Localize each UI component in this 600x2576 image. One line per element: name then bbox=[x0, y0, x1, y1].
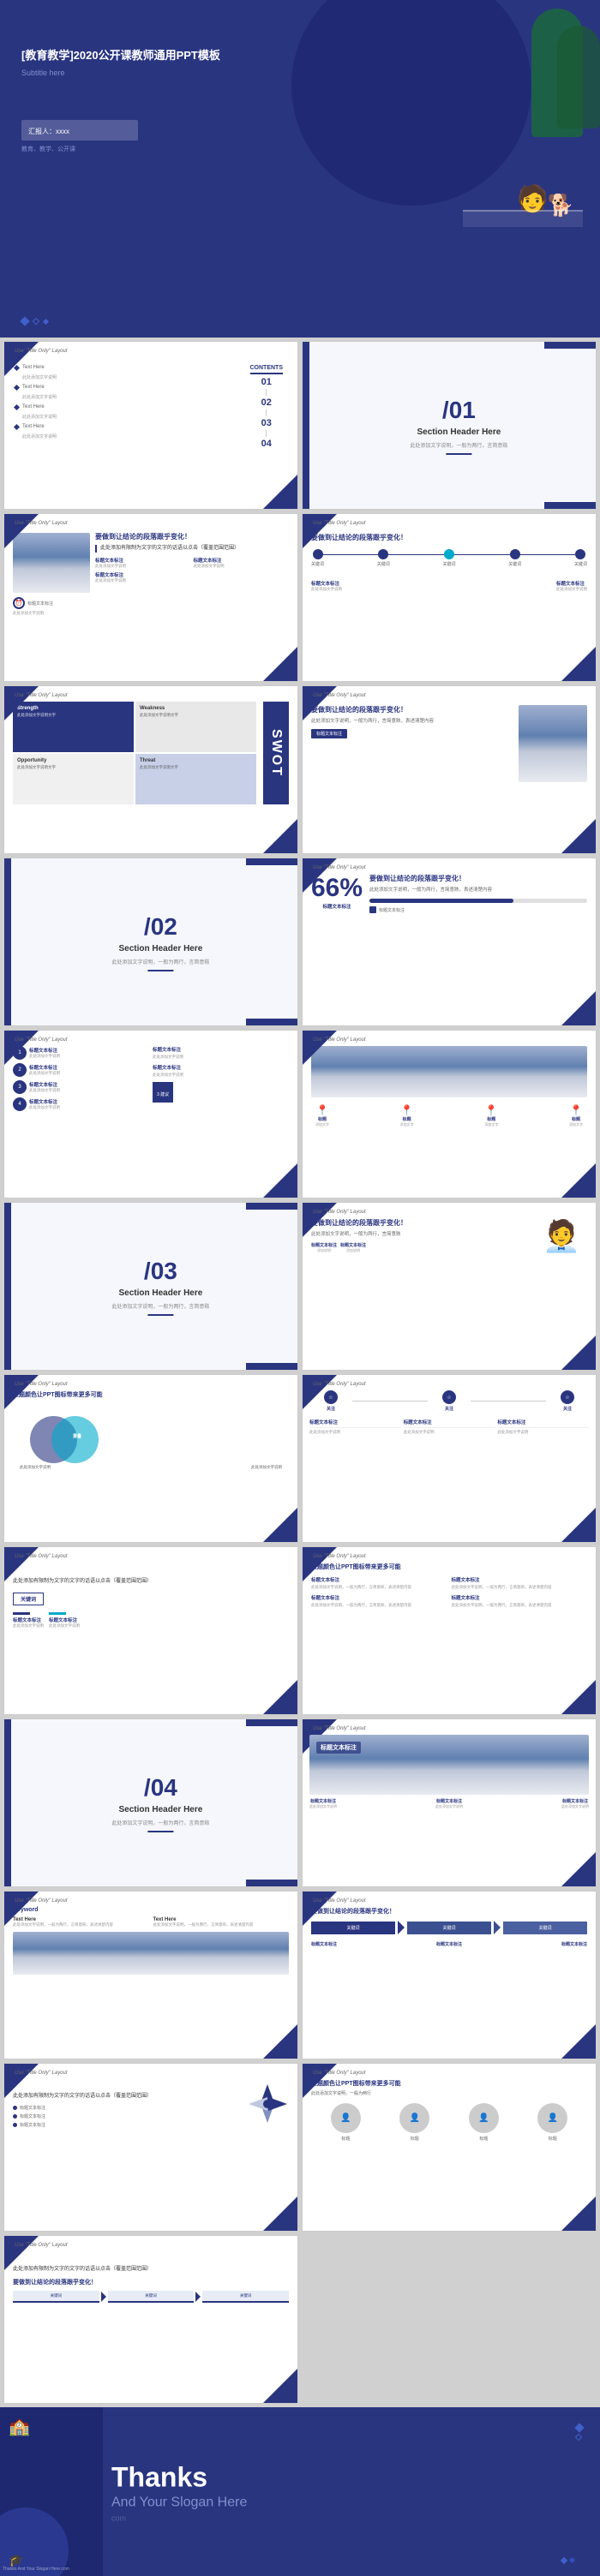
slide-thanks: 🏫 🎓 Thanks And Your Slogan Here com Than… bbox=[0, 2407, 600, 2576]
slide1-tags: 教育、教学、公开课 bbox=[21, 145, 138, 153]
slide-19: Use "Title Only" Layout 标题文本标注 标题文本标注 此处… bbox=[302, 1718, 597, 1887]
slide1-title: [教育教学]2020公开课教师通用PPT模板 bbox=[21, 47, 220, 64]
slide3-section-title: Section Header Here bbox=[410, 427, 507, 437]
slide-16: Use "Title Only" Layout " 此处添加有限制为文字的文字的… bbox=[3, 1546, 298, 1715]
slide3-section-num: /01 bbox=[410, 397, 507, 424]
slide4-quote: 此处添加有限制为文字的文字的话语以点击（覆盖范围范围） bbox=[95, 545, 289, 552]
slide4-title: 要做到让结论的段落跟乎变化！ bbox=[95, 533, 289, 541]
slide-10: Use "Title Only" Layout 1 标题文本标注 此处添加文字说… bbox=[3, 1030, 298, 1198]
slide-7: Use "Title Only" Layout 要做到让结论的段落跟乎变化！ 此… bbox=[302, 685, 597, 854]
slide2-layout-label: Use "Title Only" Layout bbox=[15, 349, 68, 354]
slide-18-section04: /04 Section Header Here 此处添加文字说明，一般为两行，言… bbox=[3, 1718, 298, 1887]
slide-17: Use "Title Only" Layout 主题颜色让PPT图标带来更多可能… bbox=[302, 1546, 597, 1715]
slide-8-section02: /02 Section Header Here 此处添加文字说明，一般为两行，言… bbox=[3, 858, 298, 1026]
slide8-section-num: /02 bbox=[111, 913, 209, 941]
slide-9: Use "Title Only" Layout 66% 标题文本标注 要做到让结… bbox=[302, 858, 597, 1026]
thanks-slogan: And Your Slogan Here bbox=[111, 2495, 247, 2510]
slide9-percent: 66% bbox=[311, 874, 363, 903]
slide3-body-text: 此处添加文字说明，一般为两行，言简意赅 bbox=[410, 441, 507, 449]
slide-21: Use "Title Only" Layout 要做到让结论的段落跟乎变化！ 关… bbox=[302, 1891, 597, 2059]
slide-23: Use "Title Only" Layout 主题颜色让PPT图标带来更多可能… bbox=[302, 2063, 597, 2232]
slide-20: Use "Title Only" Layout Keyword Text Her… bbox=[3, 1891, 298, 2059]
slide-12-section03: /03 Section Header Here 此处添加文字说明，一般为两行，言… bbox=[3, 1202, 298, 1371]
slide-3-section01: /01 Section Header Here 此处添加文字说明，一般为两行，言… bbox=[302, 341, 597, 510]
slide-5: Use "Title Only" Layout 要做到让结论的段落跟乎变化！ 关… bbox=[302, 513, 597, 682]
thanks-url: com bbox=[111, 2513, 247, 2522]
slide-6-swot: Use "Title Only" Layout Strength 此处添加文字说… bbox=[3, 685, 298, 854]
slide1-subtitle: Subtitle here bbox=[21, 69, 220, 77]
slide-13: Use "Title Only" Layout 要做到让结论的段落跟乎变化！ 此… bbox=[302, 1202, 597, 1371]
slide-24: Use "Title Only" Layout " 此处添加有限制为文字的文字的… bbox=[3, 2235, 298, 2404]
slide-14: Use "Title Only" Layout 主题颜色让PPT图标带来更多可能… bbox=[3, 1374, 298, 1543]
slide-1-title: 🧑 🐕 [教育教学]2020公开课教师通用PPT模板 Subtitle here… bbox=[0, 0, 600, 338]
slide2-contents-title: CONTENTS bbox=[250, 365, 284, 374]
thanks-title: Thanks bbox=[111, 2461, 247, 2493]
slide-2-contents: Use "Title Only" Layout Text Here 此处添加文字… bbox=[3, 341, 298, 510]
slide1-author: 汇报人：xxxx bbox=[28, 128, 69, 135]
slide-22: Use "Title Only" Layout " 此处添加有限制为文字的文字的… bbox=[3, 2063, 298, 2232]
slide5-title: 要做到让结论的段落跟乎变化！ bbox=[311, 533, 587, 542]
slide-11: Use "Title Only" Layout 📍 标题 添加文字 📍 标题 添… bbox=[302, 1030, 597, 1198]
slide-15: Use "Title Only" Layout ☆ 关注 ☆ 关注 ☆ 关注 bbox=[302, 1374, 597, 1543]
slide-4: Use "Title Only" Layout ⏰ 标题文本标注 此处添加文字说… bbox=[3, 513, 298, 682]
